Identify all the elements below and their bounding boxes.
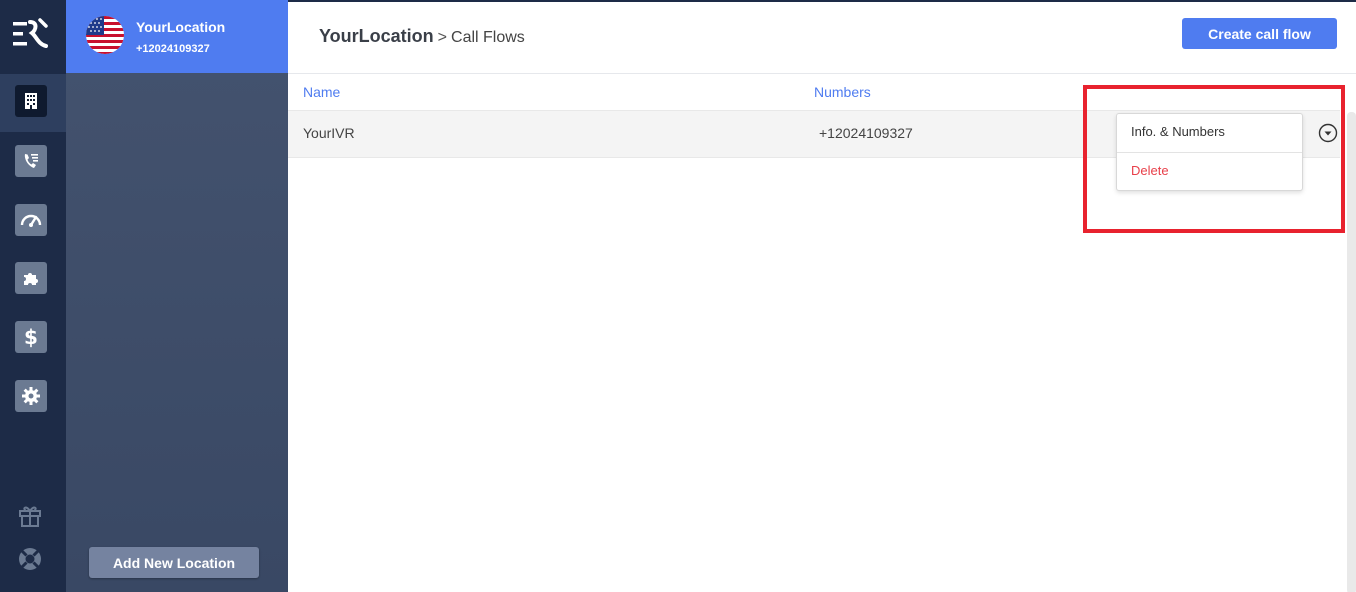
column-header-name[interactable]: Name	[303, 84, 340, 100]
page-header: YourLocation > Call Flows Create call flow	[288, 2, 1356, 74]
location-phone: +12024109327	[136, 43, 210, 55]
column-header-numbers[interactable]: Numbers	[814, 84, 871, 100]
building-icon[interactable]	[15, 85, 47, 117]
add-new-location-button[interactable]: Add New Location	[89, 547, 259, 578]
call-list-icon[interactable]	[15, 145, 47, 177]
gear-icon[interactable]	[15, 380, 47, 412]
breadcrumb: YourLocation > Call Flows	[319, 26, 525, 47]
breadcrumb-current: Call Flows	[451, 29, 525, 46]
gift-icon[interactable]	[15, 500, 45, 530]
call-flow-name: YourIVR	[303, 125, 355, 141]
main-content: YourLocation > Call Flows Create call flow…	[288, 0, 1356, 592]
puzzle-icon[interactable]	[15, 262, 47, 294]
create-call-flow-button[interactable]: Create call flow	[1182, 18, 1337, 49]
annotation-highlight-box	[1083, 85, 1345, 233]
location-panel: YourLocation +12024109327 Add New Locati…	[66, 0, 288, 592]
breadcrumb-separator: >	[437, 29, 448, 46]
speedometer-icon[interactable]	[15, 204, 47, 236]
location-card[interactable]: YourLocation +12024109327	[66, 0, 288, 73]
call-flow-number: +12024109327	[819, 125, 913, 141]
breadcrumb-root[interactable]: YourLocation	[319, 26, 434, 46]
vertical-scrollbar[interactable]	[1347, 112, 1356, 592]
dollar-icon[interactable]: $	[15, 321, 47, 353]
us-flag-icon	[86, 16, 124, 54]
logo-icon[interactable]	[12, 16, 52, 52]
location-name: YourLocation	[136, 19, 226, 35]
lifebuoy-icon[interactable]	[15, 544, 45, 574]
app-window: $ YourLocation +12024109327 Add New Loca…	[0, 0, 1356, 592]
icon-rail: $	[0, 0, 66, 592]
